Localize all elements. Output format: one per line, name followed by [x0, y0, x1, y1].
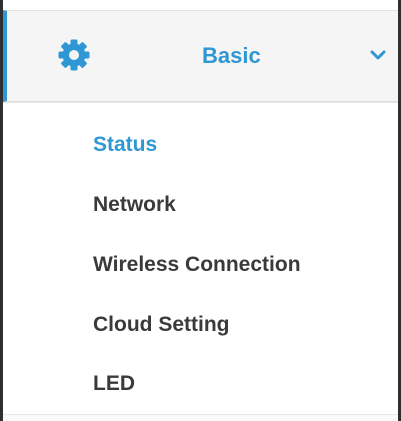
menu-item-network[interactable]: Network	[93, 193, 176, 217]
menu-item-wireless-connection[interactable]: Wireless Connection	[93, 253, 301, 277]
menu-item-cloud-setting[interactable]: Cloud Setting	[93, 313, 229, 337]
menu-item-led[interactable]: LED	[93, 372, 135, 396]
chevron-down-icon[interactable]	[369, 47, 387, 63]
basic-section-label: Basic	[202, 43, 261, 68]
basic-submenu: Status Network Wireless Connection Cloud…	[3, 102, 398, 421]
navigation-menu: Basic Status Network Wireless Connection…	[0, 0, 401, 421]
gear-icon	[58, 39, 90, 71]
basic-section-header[interactable]: Basic	[3, 10, 398, 102]
menu-bottom-divider	[3, 414, 398, 421]
menu-item-status[interactable]: Status	[93, 133, 157, 157]
